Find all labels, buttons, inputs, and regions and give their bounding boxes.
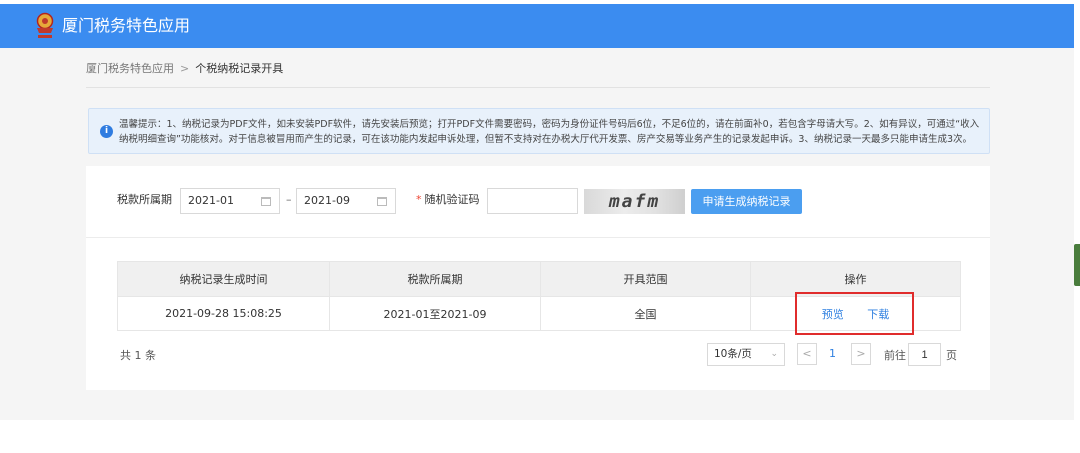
- notice-text: 温馨提示：1、纳税记录为PDF文件，如未安装PDF软件，请先安装后预览；打开PD…: [119, 119, 980, 145]
- captcha-label: * 随机验证码: [416, 193, 480, 207]
- page-size-value: 10条/页: [714, 348, 752, 360]
- column-header: 开具范围: [540, 261, 751, 297]
- prev-page-button[interactable]: <: [797, 343, 817, 365]
- end-period-value: 2021-09: [304, 194, 350, 207]
- app-title: 厦门税务特色应用: [62, 16, 191, 35]
- breadcrumb-current: 个税纳税记录开具: [195, 62, 284, 75]
- chevron-down-icon: ⌄: [770, 349, 778, 359]
- breadcrumb-divider: [86, 87, 990, 88]
- top-header-bar: 厦门税务特色应用: [0, 4, 1074, 48]
- goto-page-input[interactable]: [908, 343, 941, 366]
- info-icon: i: [100, 125, 113, 138]
- tax-emblem-logo: [36, 12, 54, 38]
- side-scroll-tab[interactable]: [1074, 244, 1080, 286]
- captcha-image[interactable]: mafm: [584, 189, 685, 214]
- highlight-annotation-box: [795, 292, 914, 335]
- goto-label: 前往: [884, 349, 906, 362]
- period-range-dash: –: [286, 193, 292, 206]
- notice-box: i 温馨提示：1、纳税记录为PDF文件，如未安装PDF软件，请先安装后预览；打开…: [88, 108, 990, 154]
- breadcrumb: 厦门税务特色应用 > 个税纳税记录开具: [86, 62, 283, 76]
- column-header: 税款所属期: [329, 261, 541, 297]
- total-count: 共 1 条: [120, 349, 156, 362]
- calendar-icon: [377, 197, 387, 206]
- apply-generate-button[interactable]: 申请生成纳税记录: [691, 189, 802, 214]
- next-page-button[interactable]: >: [851, 343, 871, 365]
- goto-page-suffix: 页: [946, 349, 957, 362]
- start-period-picker[interactable]: 2021-01: [180, 188, 280, 214]
- form-divider: [86, 237, 990, 238]
- breadcrumb-separator: >: [180, 62, 190, 75]
- calendar-icon: [261, 197, 271, 206]
- end-period-picker[interactable]: 2021-09: [296, 188, 396, 214]
- required-mark: *: [416, 193, 422, 206]
- start-period-value: 2021-01: [188, 194, 234, 207]
- period-cell: 2021-01至2021-09: [329, 296, 541, 331]
- period-label: 税款所属期: [117, 193, 172, 206]
- captcha-label-text: 随机验证码: [424, 193, 480, 206]
- captcha-input[interactable]: [487, 188, 578, 214]
- generated-time-cell: 2021-09-28 15:08:25: [117, 296, 330, 331]
- column-header: 纳税记录生成时间: [117, 261, 330, 297]
- current-page-number[interactable]: 1: [829, 347, 836, 360]
- scope-cell: 全国: [540, 296, 751, 331]
- page-size-select[interactable]: 10条/页 ⌄: [707, 343, 785, 366]
- breadcrumb-root-link[interactable]: 厦门税务特色应用: [86, 62, 174, 76]
